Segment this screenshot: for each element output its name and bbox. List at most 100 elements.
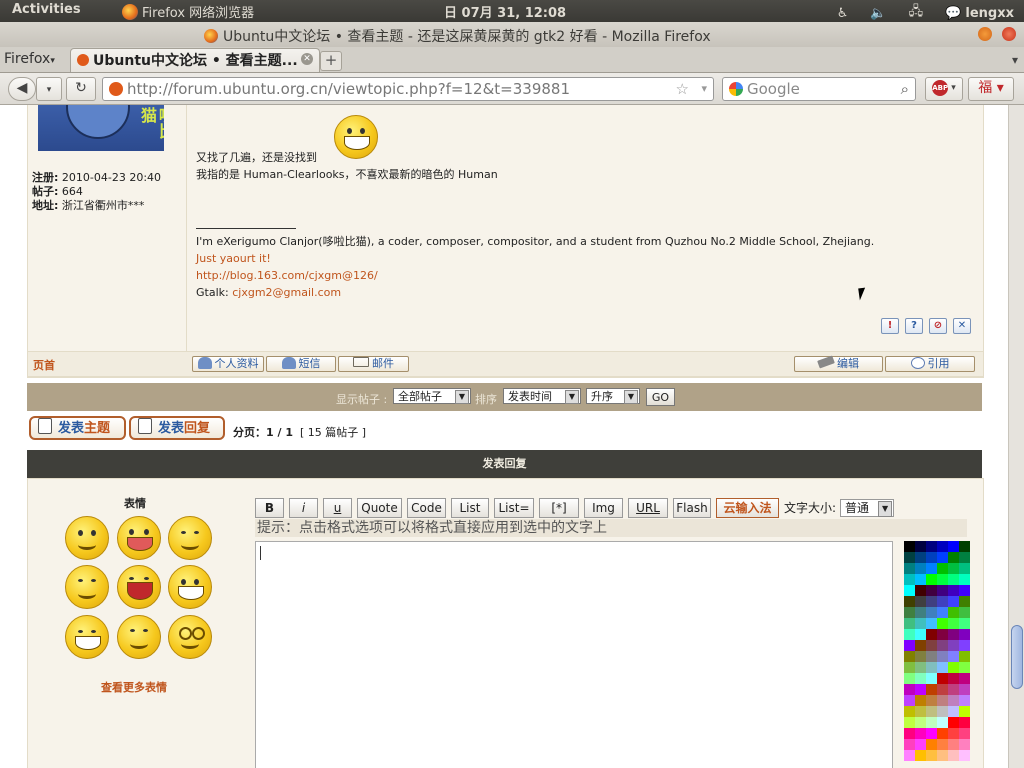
sort-select[interactable]: 发表时间 ▼	[503, 388, 581, 404]
url-button[interactable]: URL	[628, 498, 668, 518]
color-swatch[interactable]	[915, 563, 926, 574]
color-swatch[interactable]	[915, 750, 926, 761]
color-swatch[interactable]	[959, 717, 970, 728]
color-swatch[interactable]	[915, 552, 926, 563]
list-item-button[interactable]: [*]	[539, 498, 579, 518]
color-swatch[interactable]	[904, 662, 915, 673]
color-swatch[interactable]	[915, 607, 926, 618]
color-swatch[interactable]	[937, 563, 948, 574]
bold-button[interactable]: B	[255, 498, 284, 518]
color-swatch[interactable]	[904, 706, 915, 717]
color-swatch[interactable]	[937, 673, 948, 684]
color-swatch[interactable]	[915, 717, 926, 728]
email-button[interactable]: 邮件	[338, 356, 409, 372]
code-button[interactable]: Code	[407, 498, 446, 518]
color-swatch[interactable]	[959, 706, 970, 717]
color-swatch[interactable]	[948, 651, 959, 662]
adblock-button[interactable]: ABP ▾	[925, 77, 963, 101]
color-swatch[interactable]	[915, 596, 926, 607]
color-swatch[interactable]	[937, 640, 948, 651]
app-menu[interactable]: Firefox 网络浏览器	[122, 2, 254, 21]
color-swatch[interactable]	[926, 684, 937, 695]
color-swatch[interactable]	[926, 618, 937, 629]
delete-icon[interactable]: ✕	[953, 318, 971, 334]
color-swatch[interactable]	[948, 607, 959, 618]
color-swatch[interactable]	[937, 695, 948, 706]
color-swatch[interactable]	[926, 574, 937, 585]
color-swatch[interactable]	[904, 574, 915, 585]
firefox-menu-button[interactable]: Firefox▾	[4, 51, 55, 67]
tab-active[interactable]: Ubuntu中文论坛 • 查看主题... ✕	[70, 48, 320, 72]
color-swatch[interactable]	[948, 640, 959, 651]
new-tab-button[interactable]: +	[320, 51, 342, 71]
list-all-tabs-icon[interactable]: ▾	[1012, 53, 1018, 67]
color-swatch[interactable]	[937, 585, 948, 596]
color-swatch[interactable]	[937, 607, 948, 618]
color-swatch[interactable]	[948, 552, 959, 563]
color-swatch[interactable]	[904, 728, 915, 739]
color-swatch[interactable]	[915, 618, 926, 629]
underline-button[interactable]: u	[323, 498, 352, 518]
signature-blog-link[interactable]: http://blog.163.com/cjxgm@126/	[196, 267, 874, 284]
color-swatch[interactable]	[959, 651, 970, 662]
report-icon[interactable]: !	[881, 318, 899, 334]
color-swatch[interactable]	[926, 596, 937, 607]
color-swatch[interactable]	[926, 585, 937, 596]
color-swatch[interactable]	[904, 684, 915, 695]
go-button[interactable]: GO	[646, 388, 675, 406]
cloud-ime-button[interactable]: 云输入法	[716, 498, 779, 518]
color-swatch[interactable]	[926, 750, 937, 761]
color-swatch[interactable]	[915, 684, 926, 695]
flash-button[interactable]: Flash	[673, 498, 711, 518]
color-swatch[interactable]	[904, 596, 915, 607]
color-swatch[interactable]	[926, 695, 937, 706]
user-menu[interactable]: 💬 lengxx	[945, 6, 1014, 21]
order-select[interactable]: 升序 ▼	[586, 388, 640, 404]
color-swatch[interactable]	[948, 618, 959, 629]
color-swatch[interactable]	[904, 640, 915, 651]
color-swatch[interactable]	[948, 695, 959, 706]
scrollbar-thumb[interactable]	[1011, 625, 1023, 689]
dizzy-emoticon-icon[interactable]	[168, 615, 212, 659]
page-scrollbar[interactable]	[1008, 105, 1024, 768]
color-swatch[interactable]	[926, 717, 937, 728]
color-swatch[interactable]	[948, 585, 959, 596]
color-swatch[interactable]	[948, 717, 959, 728]
color-swatch[interactable]	[904, 618, 915, 629]
color-swatch[interactable]	[904, 739, 915, 750]
color-swatch[interactable]	[959, 739, 970, 750]
color-swatch[interactable]	[959, 673, 970, 684]
color-swatch[interactable]	[959, 684, 970, 695]
color-swatch[interactable]	[948, 541, 959, 552]
color-swatch[interactable]	[937, 684, 948, 695]
edit-button[interactable]: 编辑	[794, 355, 883, 372]
color-swatch[interactable]	[915, 662, 926, 673]
color-swatch[interactable]	[915, 706, 926, 717]
warn-icon[interactable]: ⊘	[929, 318, 947, 334]
site-identity-icon[interactable]	[109, 82, 123, 96]
new-topic-button[interactable]: 发表主题	[29, 416, 126, 440]
message-textarea[interactable]	[255, 541, 893, 768]
laugh-emoticon-icon[interactable]	[117, 565, 161, 609]
sweat-emoticon-icon[interactable]	[168, 565, 212, 609]
color-swatch[interactable]	[959, 552, 970, 563]
color-swatch[interactable]	[904, 750, 915, 761]
color-swatch[interactable]	[959, 563, 970, 574]
display-select[interactable]: 全部帖子 ▼	[393, 388, 471, 404]
thumbs-emoticon-icon[interactable]	[117, 615, 161, 659]
color-swatch[interactable]	[948, 739, 959, 750]
color-swatch[interactable]	[948, 596, 959, 607]
bookmark-star-icon[interactable]: ☆	[676, 78, 689, 100]
color-swatch[interactable]	[948, 706, 959, 717]
color-swatch[interactable]	[937, 596, 948, 607]
color-swatch[interactable]	[904, 695, 915, 706]
color-swatch[interactable]	[926, 739, 937, 750]
color-swatch[interactable]	[904, 552, 915, 563]
color-swatch[interactable]	[959, 629, 970, 640]
color-swatch[interactable]	[937, 728, 948, 739]
color-swatch[interactable]	[959, 585, 970, 596]
color-swatch[interactable]	[959, 750, 970, 761]
close-window-button[interactable]	[1002, 27, 1016, 41]
profile-button[interactable]: 个人资料	[192, 356, 264, 372]
color-swatch[interactable]	[926, 662, 937, 673]
